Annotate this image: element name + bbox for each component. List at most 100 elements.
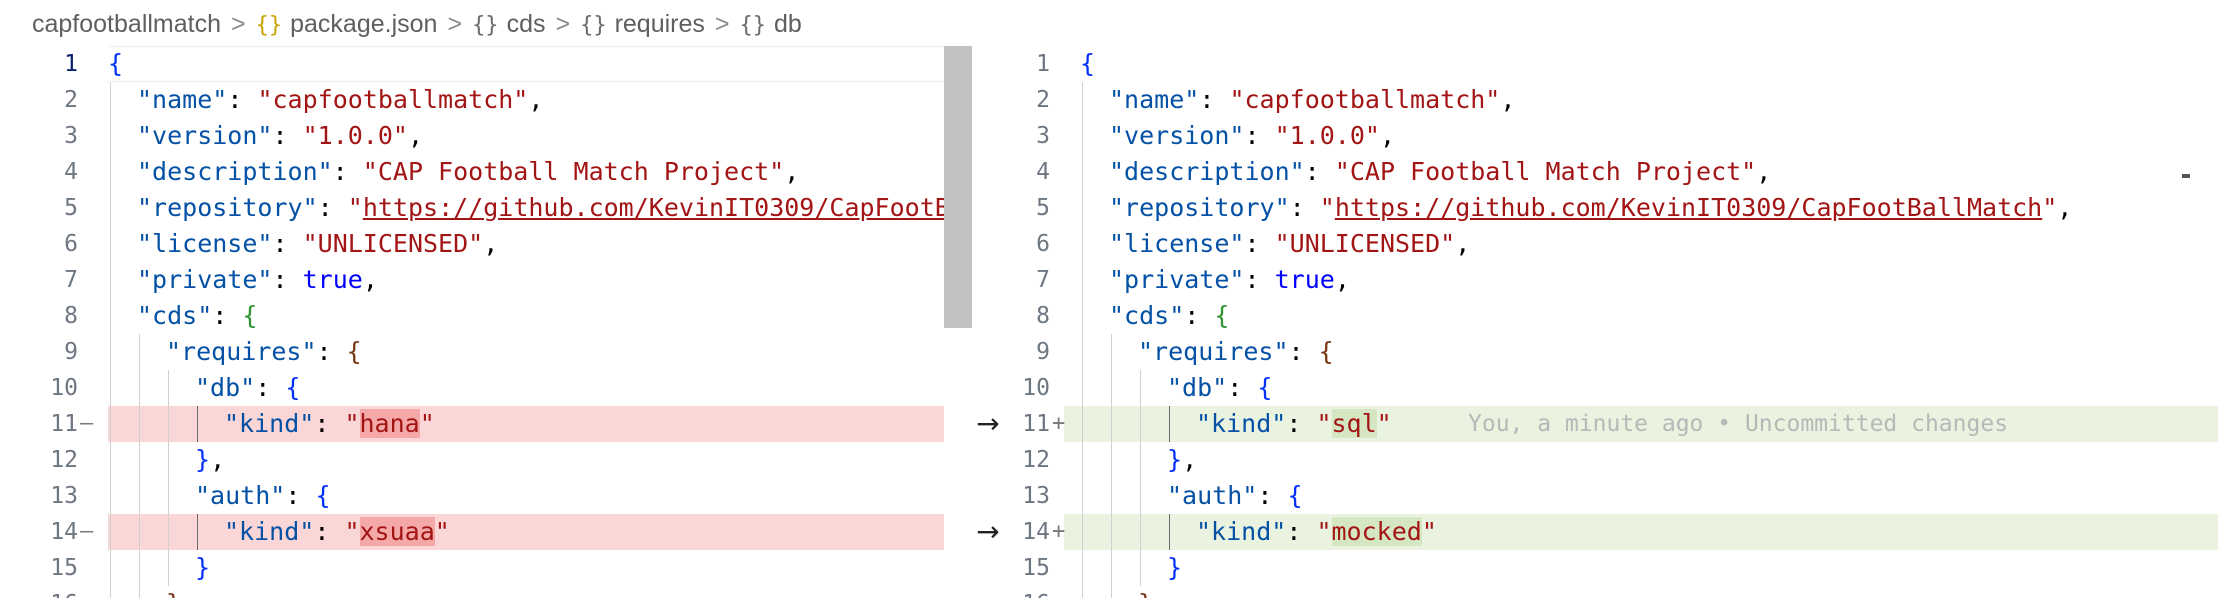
indent-guide — [197, 514, 198, 550]
code-text: "kind": "mocked" — [1196, 517, 1437, 546]
indent-guide — [110, 514, 111, 550]
overview-ruler-marker — [2182, 174, 2190, 178]
indent-guide — [1169, 406, 1170, 442]
code-line[interactable]: 1{ — [972, 46, 2218, 82]
arrow-right-icon[interactable]: → — [968, 406, 1008, 442]
code-line[interactable]: 9 "requires": { — [972, 334, 2218, 370]
code-line[interactable]: 16}, — [0, 586, 972, 598]
code-line[interactable]: 3 "version": "1.0.0", — [0, 118, 972, 154]
repository-link[interactable]: https://github.com/KevinIT0309/CapFootBa… — [363, 193, 972, 222]
indent-guide — [1111, 514, 1112, 550]
breadcrumb-item-requires[interactable]: {} requires — [580, 10, 705, 38]
indent-guide — [1082, 550, 1083, 586]
line-number: 2 — [1036, 87, 1050, 113]
breadcrumb-item-db[interactable]: {} db — [740, 10, 802, 38]
indent-guide — [139, 370, 140, 406]
code-line[interactable]: 6 "license": "UNLICENSED", — [972, 226, 2218, 262]
indent-guide — [1082, 262, 1083, 298]
scrollbar-thumb[interactable] — [944, 46, 972, 328]
code-line[interactable]: 4 "description": "CAP Football Match Proj… — [0, 154, 972, 190]
line-number: 2 — [64, 87, 78, 113]
line-number: 10 — [1022, 375, 1050, 401]
indent-guide — [168, 514, 169, 550]
code-text: "private": true, — [1109, 265, 1350, 294]
indent-guide — [1082, 586, 1083, 598]
indent-guide — [1082, 82, 1083, 118]
breadcrumb-item-file[interactable]: {} package.json — [256, 10, 438, 38]
line-number: 1 — [1036, 51, 1050, 77]
line-number: 11 — [50, 411, 78, 437]
code-line[interactable]: 10 "db": { — [972, 370, 2218, 406]
code-text: }, — [1167, 445, 1198, 474]
code-text: "repository": "https://github.com/KevinI… — [137, 190, 972, 226]
breadcrumb-item-label: package.json — [290, 10, 438, 38]
breadcrumb-item-folder[interactable]: capfootballmatch — [32, 10, 221, 38]
code-line[interactable]: 5 "repository": "https://github.com/Kevin… — [0, 190, 972, 226]
code-line[interactable]: 15} — [972, 550, 2218, 586]
indent-guide — [1111, 370, 1112, 406]
code-line[interactable]: 7 "private": true, — [0, 262, 972, 298]
line-number: 13 — [1022, 483, 1050, 509]
code-text: "auth": { — [195, 481, 331, 510]
code-line[interactable]: 16}, — [972, 586, 2218, 598]
code-line[interactable]: 13 "auth": { — [0, 478, 972, 514]
line-number: 16 — [972, 586, 1050, 598]
indent-guide — [168, 442, 169, 478]
removed-marker-icon: — — [80, 519, 94, 544]
code-line[interactable]: 10 "db": { — [0, 370, 972, 406]
indent-guide — [1140, 550, 1141, 586]
diff-original-pane[interactable]: 1{2 "name": "capfootballmatch", 3 "version"… — [0, 46, 972, 598]
removed-value: xsuaa — [359, 517, 435, 546]
removed-line[interactable]: 11— "kind": "hana" — [0, 406, 972, 442]
added-line[interactable]: 11 + "kind": "sql" You, a minute ago • Unco… — [972, 406, 2218, 442]
line-number: 1 — [64, 51, 78, 77]
code-line[interactable]: 12}, — [0, 442, 972, 478]
diff-modified-pane[interactable]: 1{2 "name": "capfootballmatch", 3 "version"… — [972, 46, 2218, 598]
line-number: 12 — [1022, 447, 1050, 473]
indent-guide — [1082, 370, 1083, 406]
repository-link[interactable]: https://github.com/KevinIT0309/CapFootBa… — [1335, 193, 2042, 222]
added-marker-icon: + — [1052, 411, 1066, 436]
code-line[interactable]: 13 "auth": { — [972, 478, 2218, 514]
object-icon: {} — [472, 13, 499, 38]
code-line[interactable]: 2 "name": "capfootballmatch", — [0, 82, 972, 118]
code-line[interactable]: 15} — [0, 550, 972, 586]
object-icon: {} — [739, 13, 767, 38]
code-line[interactable]: 2 "name": "capfootballmatch", — [972, 82, 2218, 118]
added-value: mocked — [1331, 517, 1422, 546]
indent-guide — [1140, 442, 1141, 478]
code-line[interactable]: 9 "requires": { — [0, 334, 972, 370]
breadcrumb: capfootballmatch > {} package.json > {} cds > {}… — [32, 6, 802, 42]
code-line[interactable]: 8 "cds": { — [0, 298, 972, 334]
code-line[interactable]: 5 "repository": "https://github.com/Kevin… — [972, 190, 2218, 226]
removed-line[interactable]: 14— "kind": "xsuaa" — [0, 514, 972, 550]
code-line[interactable]: 7 "private": true, — [972, 262, 2218, 298]
json-file-icon: {} — [255, 13, 283, 38]
indent-guide — [110, 406, 111, 442]
indent-guide — [1111, 586, 1112, 598]
code-line[interactable]: 6 "license": "UNLICENSED", — [0, 226, 972, 262]
breadcrumb-item-cds[interactable]: {} cds — [472, 10, 545, 38]
code-text: } — [1167, 553, 1183, 582]
code-line[interactable]: 12}, — [972, 442, 2218, 478]
indent-guide — [139, 478, 140, 514]
arrow-right-icon[interactable]: → — [968, 514, 1008, 550]
code-text: "kind": "sql" — [1196, 409, 1392, 438]
line-number: 4 — [1036, 159, 1050, 185]
line-number: 10 — [50, 375, 78, 401]
indent-guide — [110, 190, 111, 226]
line-number: 12 — [50, 447, 78, 473]
code-text: "db": { — [1167, 373, 1273, 402]
code-text: "private": true, — [137, 265, 378, 294]
code-line[interactable]: 3 "version": "1.0.0", — [972, 118, 2218, 154]
line-number: 3 — [64, 123, 78, 149]
indent-guide — [110, 118, 111, 154]
code-text: "repository": "https://github.com/KevinI… — [1109, 193, 2073, 222]
line-number: 7 — [1036, 267, 1050, 293]
indent-guide — [110, 370, 111, 406]
added-line[interactable]: 14 + "kind": "mocked" — [972, 514, 2218, 550]
breadcrumb-item-label: requires — [614, 10, 705, 38]
code-line[interactable]: 4 "description": "CAP Football Match Proj… — [972, 154, 2218, 190]
code-text: "cds": { — [1109, 301, 1230, 330]
code-line[interactable]: 8 "cds": { — [972, 298, 2218, 334]
